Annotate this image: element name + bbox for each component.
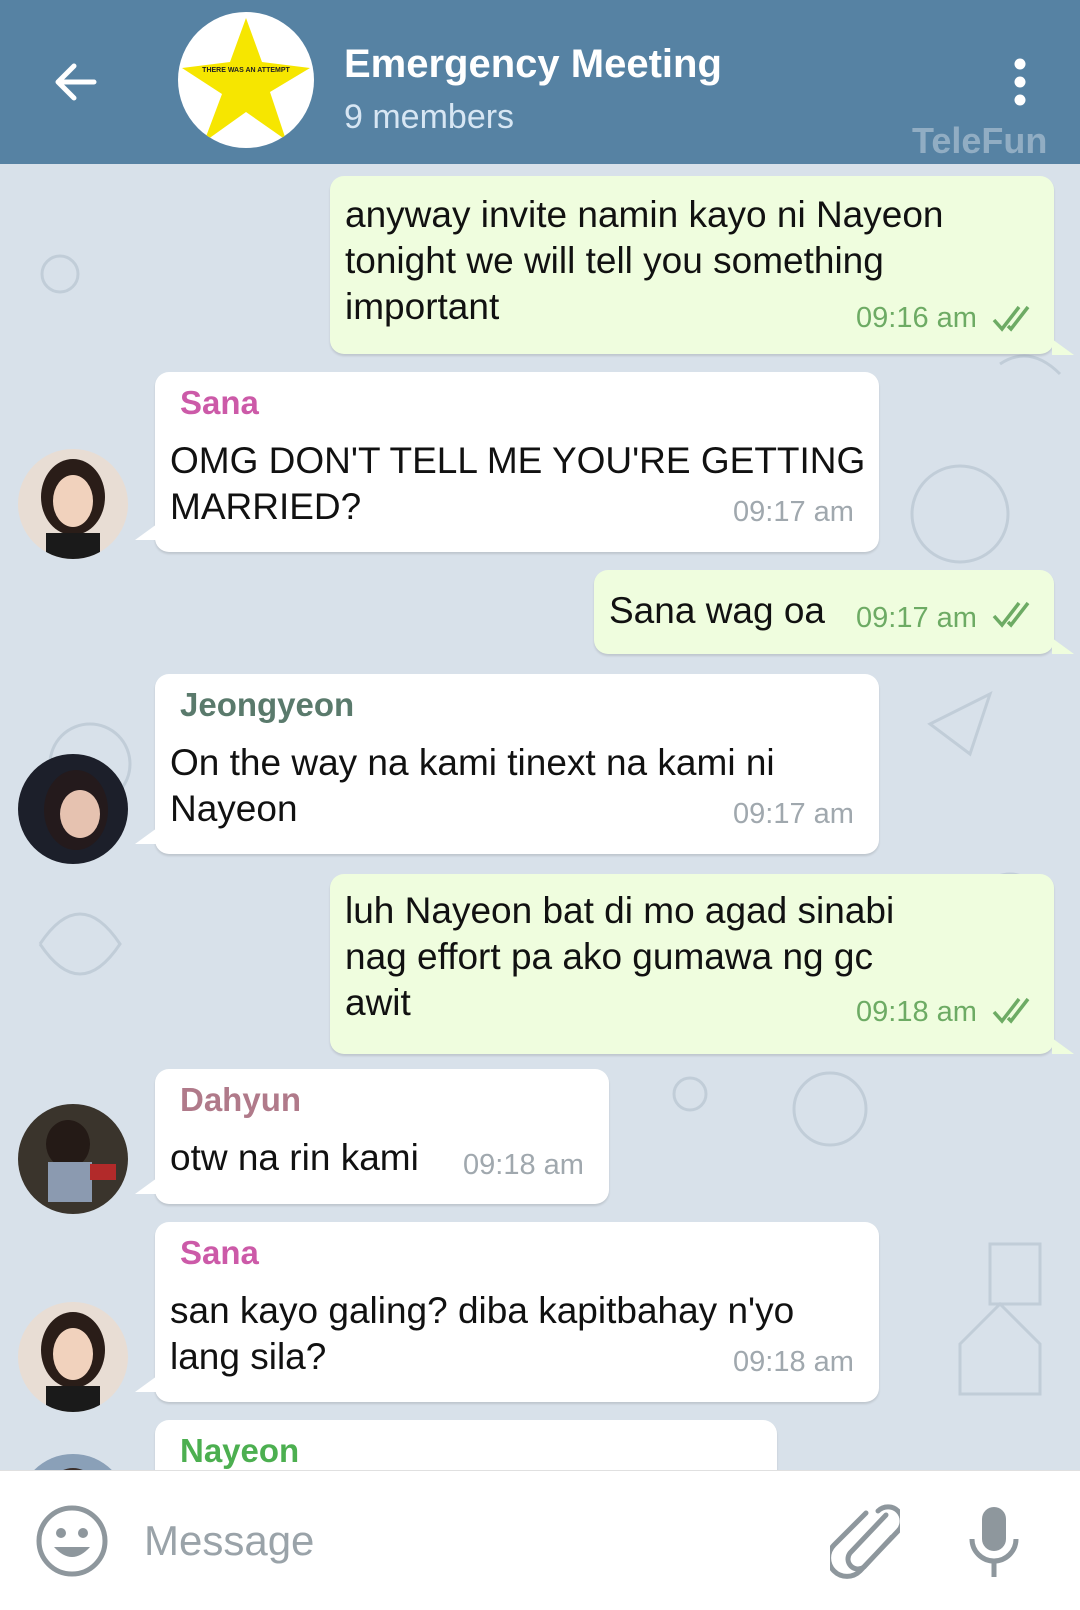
star-icon: THERE WAS AN ATTEMPT bbox=[182, 18, 310, 142]
message-time: 09:18 am bbox=[856, 996, 977, 1028]
message-bubble-outgoing[interactable]: luh Nayeon bat di mo agad sinabi nag eff… bbox=[330, 874, 1054, 1054]
double-check-icon bbox=[992, 601, 1030, 628]
message-bubble-incoming[interactable]: Dahyun otw na rin kami 09:18 am bbox=[155, 1069, 609, 1204]
message-text: On the way na kami tinext na kami ni Nay… bbox=[170, 742, 775, 829]
avatar-dahyun[interactable] bbox=[18, 1104, 128, 1214]
message-text: san kayo galing? diba kapitbahay n'yo la… bbox=[170, 1290, 795, 1377]
bubble-tail bbox=[1052, 339, 1074, 355]
sender-name[interactable]: Nayeon bbox=[180, 1432, 299, 1470]
message-bubble-outgoing[interactable]: Sana wag oa 09:17 am bbox=[594, 570, 1054, 654]
mic-icon[interactable] bbox=[966, 1503, 1022, 1583]
message-time: 09:17 am bbox=[856, 602, 977, 634]
avatar-sana[interactable] bbox=[18, 449, 128, 559]
chat-title[interactable]: Emergency Meeting bbox=[344, 42, 722, 87]
bubble-tail bbox=[135, 1376, 157, 1392]
message-time: 09:18 am bbox=[733, 1346, 854, 1378]
kebab-menu-icon[interactable] bbox=[1002, 56, 1038, 108]
message-bubble-incoming[interactable]: Jeongyeon On the way na kami tinext na k… bbox=[155, 674, 879, 854]
message-bubble-outgoing[interactable]: anyway invite namin kayo ni Nayeon tonig… bbox=[330, 176, 1054, 354]
sender-name[interactable]: Jeongyeon bbox=[180, 686, 354, 724]
double-check-icon bbox=[992, 305, 1030, 332]
group-avatar[interactable]: THERE WAS AN ATTEMPT bbox=[178, 12, 314, 148]
message-text: Sana wag oa bbox=[609, 590, 826, 631]
group-avatar-text: THERE WAS AN ATTEMPT bbox=[202, 67, 290, 74]
message-bubble-incoming[interactable]: Sana san kayo galing? diba kapitbahay n'… bbox=[155, 1222, 879, 1402]
message-bubble-incoming[interactable]: Nayeon bbox=[155, 1420, 777, 1470]
message-time: 09:17 am bbox=[733, 496, 854, 528]
message-time: 09:16 am bbox=[856, 302, 977, 334]
double-check-icon bbox=[992, 997, 1030, 1024]
bubble-tail bbox=[1052, 638, 1074, 654]
sender-name[interactable]: Dahyun bbox=[180, 1081, 301, 1119]
message-time: 09:18 am bbox=[463, 1149, 584, 1181]
message-text: otw na rin kami bbox=[170, 1137, 419, 1178]
chat-area[interactable]: anyway invite namin kayo ni Nayeon tonig… bbox=[0, 164, 1080, 1470]
message-input-bar: Message bbox=[0, 1470, 1080, 1610]
sender-name[interactable]: Sana bbox=[180, 1234, 259, 1272]
message-text: luh Nayeon bat di mo agad sinabi nag eff… bbox=[345, 890, 895, 1023]
bubble-tail bbox=[135, 828, 157, 844]
bubble-tail bbox=[135, 524, 157, 540]
sender-name[interactable]: Sana bbox=[180, 384, 259, 422]
avatar-sana[interactable] bbox=[18, 1302, 128, 1412]
member-count: 9 members bbox=[344, 98, 515, 136]
bubble-tail bbox=[1052, 1038, 1074, 1054]
avatar-jeongyeon[interactable] bbox=[18, 754, 128, 864]
message-text: anyway invite namin kayo ni Nayeon tonig… bbox=[345, 194, 944, 327]
emoji-icon[interactable] bbox=[34, 1503, 110, 1579]
attach-icon[interactable] bbox=[830, 1503, 900, 1579]
message-time: 09:17 am bbox=[733, 798, 854, 830]
message-input[interactable]: Message bbox=[144, 1517, 314, 1565]
bubble-tail bbox=[135, 1178, 157, 1194]
back-arrow-icon[interactable] bbox=[50, 56, 102, 108]
watermark: TeleFun bbox=[912, 120, 1048, 161]
chat-header: THERE WAS AN ATTEMPT Emergency Meeting 9… bbox=[0, 0, 1080, 164]
message-bubble-incoming[interactable]: Sana OMG DON'T TELL ME YOU'RE GETTING MA… bbox=[155, 372, 879, 552]
